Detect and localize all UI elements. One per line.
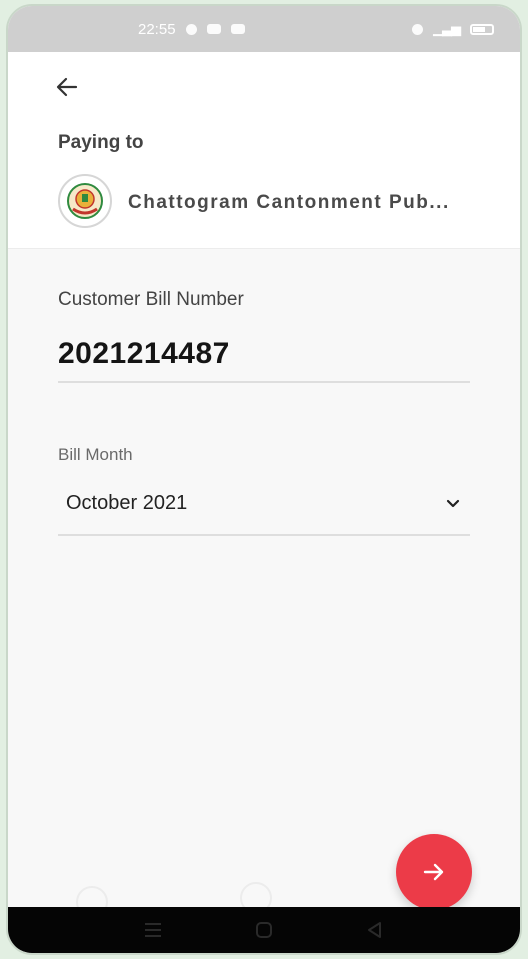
home-icon xyxy=(255,922,272,938)
school-emblem-icon xyxy=(67,183,103,219)
merchant-name: Chattogram Cantonment Pub... xyxy=(128,192,450,213)
mail-icon xyxy=(206,24,221,34)
back-triangle-icon xyxy=(367,922,381,938)
paying-to-label: Paying to xyxy=(58,132,144,153)
bill-number-label: Customer Bill Number xyxy=(58,289,244,310)
paying-to-header: Paying to Chattogram Cantonment Pub... xyxy=(8,52,520,249)
bill-month-label: Bill Month xyxy=(58,445,133,464)
status-right: ▁▃▅ xyxy=(412,21,494,37)
menu-icon xyxy=(145,923,162,937)
arrow-left-icon xyxy=(56,77,78,97)
battery-icon xyxy=(470,23,494,35)
bill-month-underline xyxy=(58,534,470,536)
bill-month-select[interactable]: October 2021 xyxy=(58,485,470,523)
chevron-down-icon xyxy=(446,499,460,508)
home-button[interactable] xyxy=(250,916,278,944)
arrow-right-icon xyxy=(423,863,444,881)
bill-month-value: October 2021 xyxy=(66,492,188,514)
status-bar: 22:55 ▁▃▅ xyxy=(8,6,520,52)
bill-number-input[interactable]: 2021214487 xyxy=(58,337,230,371)
phone-screen: 22:55 ▁▃▅ Paying to Chattogram Cantonmen… xyxy=(6,4,522,955)
status-time: 22:55 xyxy=(138,20,176,38)
back-button[interactable] xyxy=(54,74,80,100)
merchant-logo xyxy=(58,174,112,228)
recent-apps-button[interactable] xyxy=(139,916,167,944)
share-icon xyxy=(230,24,245,34)
bill-number-underline xyxy=(58,381,470,383)
bill-form: Customer Bill Number 2021214487 Bill Mon… xyxy=(8,249,520,907)
system-nav-bar xyxy=(8,907,520,953)
alarm-icon xyxy=(412,23,423,35)
system-back-button[interactable] xyxy=(361,916,389,944)
next-button[interactable] xyxy=(396,834,472,910)
notification-icon xyxy=(185,23,197,35)
signal-icon: ▁▃▅ xyxy=(433,21,461,36)
status-left: 22:55 xyxy=(138,21,245,38)
